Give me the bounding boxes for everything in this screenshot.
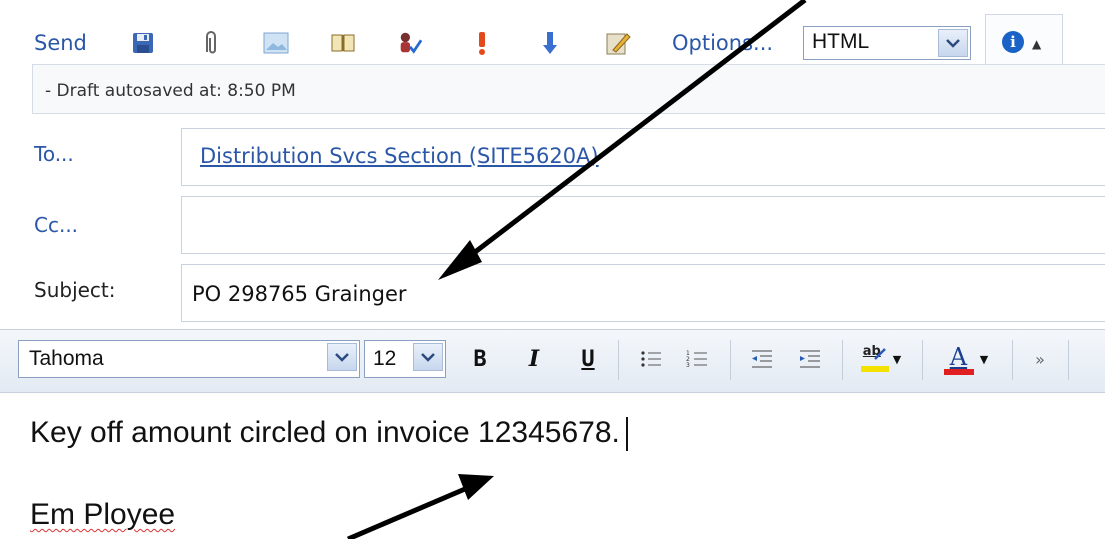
- bold-button[interactable]: B: [468, 340, 492, 378]
- arrow-to-invoice: [347, 474, 494, 539]
- highlight-icon: ab: [860, 344, 889, 374]
- draft-autosave-text: - Draft autosaved at: 8:50 PM: [45, 81, 296, 101]
- body-text-1: Key off amount circled on invoice 123456…: [30, 416, 620, 449]
- subject-field[interactable]: PO 298765 Grainger: [181, 264, 1105, 322]
- signature-name: Em Ployee: [30, 498, 176, 531]
- cc-button[interactable]: Cc...: [34, 213, 78, 237]
- subject-label: Subject:: [34, 278, 116, 302]
- caret-down-icon: ▼: [979, 352, 989, 366]
- toolbar-separator: [1068, 340, 1069, 380]
- font-color-icon: A: [943, 343, 974, 375]
- send-button[interactable]: Send: [34, 28, 87, 58]
- check-names-icon[interactable]: [397, 28, 423, 58]
- to-button[interactable]: To...: [34, 142, 74, 166]
- italic-button[interactable]: I: [522, 340, 546, 378]
- caret-up-icon: ▲: [1032, 37, 1042, 51]
- info-button[interactable]: i ▲: [985, 14, 1063, 64]
- chevron-down-icon[interactable]: [938, 29, 968, 57]
- to-field[interactable]: Distribution Svcs Section (SITE5620A): [181, 128, 1105, 186]
- svg-text:3: 3: [686, 362, 690, 369]
- info-icon: i: [1002, 31, 1024, 53]
- highlight-button[interactable]: ab ▼: [856, 340, 906, 378]
- toolbar-separator: [730, 340, 731, 380]
- compose-toolbar: Send Options... HTML i ▲: [0, 0, 1105, 64]
- signature-icon[interactable]: [605, 28, 631, 58]
- message-format-value: HTML: [812, 30, 870, 53]
- decrease-indent-icon[interactable]: [748, 340, 776, 378]
- formatting-toolbar: Tahoma 12 B I U 123 ab ▼ A ▼ »: [0, 329, 1105, 393]
- low-importance-icon[interactable]: [537, 28, 563, 58]
- high-importance-icon[interactable]: [469, 28, 495, 58]
- font-family-value: Tahoma: [29, 347, 104, 370]
- toolbar-separator: [842, 340, 843, 380]
- cc-field[interactable]: [181, 196, 1105, 254]
- increase-indent-icon[interactable]: [796, 340, 824, 378]
- numbered-list-icon[interactable]: 123: [684, 340, 710, 378]
- text-cursor: [625, 417, 628, 452]
- toolbar-separator: [922, 340, 923, 380]
- underline-button[interactable]: U: [576, 340, 600, 378]
- caret-down-icon: ▼: [892, 352, 902, 366]
- font-size-select[interactable]: 12: [364, 340, 446, 378]
- more-options-icon[interactable]: »: [1028, 340, 1052, 378]
- message-format-select[interactable]: HTML: [803, 26, 971, 60]
- address-book-icon[interactable]: [330, 28, 356, 58]
- save-icon[interactable]: [130, 28, 156, 58]
- recipient-link[interactable]: Distribution Svcs Section (SITE5620A): [200, 144, 599, 168]
- chevron-down-icon[interactable]: [413, 343, 443, 371]
- draft-status-bar: - Draft autosaved at: 8:50 PM: [32, 64, 1105, 114]
- attach-icon[interactable]: [198, 28, 224, 58]
- toolbar-separator: [1012, 340, 1013, 380]
- font-family-select[interactable]: Tahoma: [18, 340, 360, 378]
- chevron-down-icon[interactable]: [327, 343, 357, 371]
- font-size-value: 12: [373, 347, 397, 370]
- options-button[interactable]: Options...: [672, 28, 773, 58]
- insert-image-icon[interactable]: [263, 28, 289, 58]
- toolbar-separator: [618, 340, 619, 380]
- body-line-2: Em Ployee: [30, 498, 175, 532]
- subject-value: PO 298765 Grainger: [192, 282, 407, 306]
- body-line-1: Key off amount circled on invoice 123456…: [30, 416, 628, 452]
- bullet-list-icon[interactable]: [638, 340, 664, 378]
- font-color-button[interactable]: A ▼: [938, 340, 994, 378]
